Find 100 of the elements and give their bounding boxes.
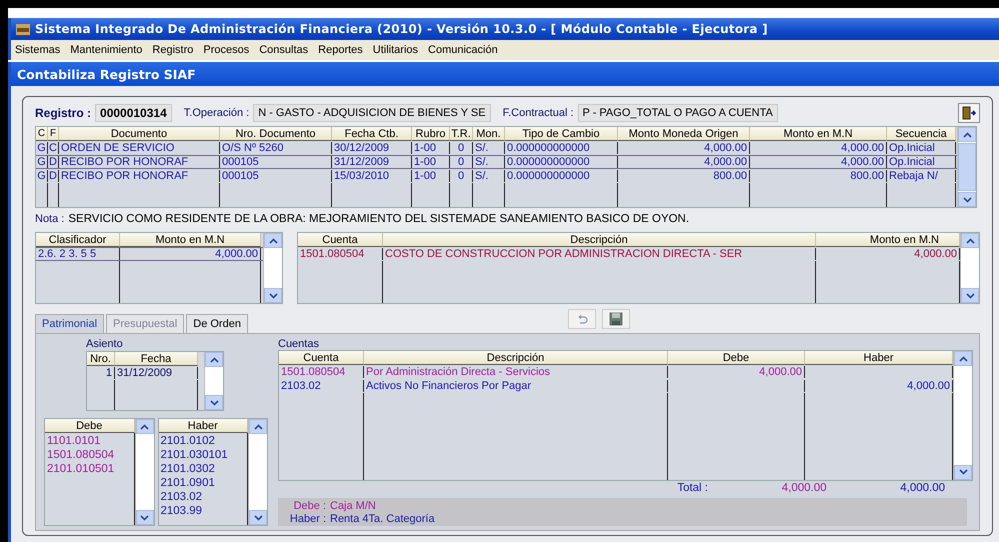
exit-button[interactable] [958, 103, 980, 123]
menu-item[interactable]: Reportes [318, 44, 363, 56]
window-title: Sistema Integrado De Administración Financiera (2010) - Versión 10.3.0 - [ Módulo Contable - Ejecutora ] [35, 22, 768, 36]
chevron-up-icon [254, 424, 262, 430]
scroll-down-button[interactable] [264, 288, 282, 303]
scroll-up-button[interactable] [136, 419, 154, 434]
menu-item[interactable]: Comunicación [428, 44, 498, 56]
scroll-down-button[interactable] [961, 288, 979, 303]
scroll-down-button[interactable] [205, 395, 223, 410]
list-item[interactable]: 2101.0901 [160, 476, 245, 490]
table-cell: 0 [458, 170, 464, 182]
list-item[interactable]: 2103.99 [160, 504, 245, 518]
table-cell: RECIBO POR HONORAF [61, 156, 188, 168]
menu-item[interactable]: Procesos [203, 44, 250, 56]
table-cell: 1-00 [414, 142, 436, 154]
table-cell: COSTO DE CONSTRUCCION POR ADMINISTRACION DIRECTA - SER [385, 248, 742, 260]
chevron-down-icon [958, 469, 968, 476]
scroll-up-button[interactable] [961, 233, 979, 248]
scroll-up-button[interactable] [954, 351, 972, 366]
scroll-down-button[interactable] [954, 464, 972, 480]
table-cell: 4,000.00 [841, 142, 884, 154]
tab[interactable]: Patrimonial [35, 314, 104, 333]
field-label: Haber : [288, 512, 326, 524]
table-cell: 0.000000000000 [507, 170, 590, 182]
summary-value: Renta 4Ta. Categoría [330, 512, 435, 524]
scroll-down-button[interactable] [249, 510, 267, 525]
table-row[interactable]: G D RECIBO POR HONORAF 000105 31/12/2009 1-00 0 S/. 0.000000000000 4,000.00 4,000.00 Op.Inicial [36, 155, 957, 169]
form-title: Contabiliza Registro SIAF [17, 66, 196, 82]
table-cell: 0 [458, 142, 464, 154]
table-cell: 4,000.00 [704, 156, 747, 168]
table-row[interactable]: G D RECIBO POR HONORAF 000105 15/03/2010 1-00 0 S/. 0.000000000000 800.00 800.00 Rebaja N/ [36, 169, 957, 183]
table-cell: 000105 [222, 170, 259, 182]
menu-item[interactable]: Consultas [259, 44, 308, 56]
scrollbar[interactable] [204, 352, 223, 410]
table-cell: 2103.02 [281, 380, 321, 392]
scroll-up-button[interactable] [205, 352, 223, 367]
table-cell: 1-00 [414, 156, 436, 168]
table-row[interactable]: 2.6. 2 3. 5 5 4,000.00 [36, 247, 263, 261]
scroll-down-button[interactable] [136, 510, 154, 525]
chevron-down-icon [210, 400, 218, 406]
scrollbar[interactable] [263, 233, 282, 303]
table-cell: O/S Nº 5260 [222, 142, 284, 154]
table-cell: 000105 [222, 156, 259, 168]
nota-text: SERVICIO COMO RESIDENTE DE LA OBRA: MEJORAMIENTO DEL SISTEMADE SANEAMIENTO BASICO DE OYON. [68, 213, 690, 225]
group-label: Asiento [86, 338, 124, 351]
column-header[interactable]: T.R. [451, 128, 471, 140]
menu-item[interactable]: Registro [152, 44, 194, 56]
table-cell: 4,000.00 [215, 248, 258, 260]
table-cell: Op.Inicial [889, 142, 935, 154]
table-cell: S/. [475, 142, 488, 154]
total-debe: 4,000.00 [780, 482, 826, 494]
table-cell: 4,000.00 [704, 142, 747, 154]
contractual-field[interactable]: P - PAGO_TOTAL O PAGO A CUENTA [578, 104, 778, 122]
list-item[interactable]: 1101.0101 [47, 434, 132, 448]
field-label: Registro : [35, 106, 92, 120]
table-cell: ORDEN DE SERVICIO [61, 142, 174, 154]
total-haber: 4,000.00 [899, 482, 945, 494]
list-item[interactable]: 2103.02 [160, 490, 245, 504]
table-cell: 1501.080504 [300, 248, 364, 260]
scroll-up-button[interactable] [264, 233, 282, 248]
scroll-down-button[interactable] [958, 192, 976, 207]
field-label: Debe : [292, 500, 326, 512]
tab[interactable]: De Orden [186, 314, 248, 333]
table-row[interactable]: G C ORDEN DE SERVICIO O/S Nº 5260 30/12/2009 1-00 0 S/. 0.000000000000 4,000.00 4,000.00 Op.Inicial [36, 141, 957, 155]
scrollbar[interactable] [957, 127, 976, 207]
table-cell: G [37, 156, 46, 168]
table-cell: Op.Inicial [889, 156, 935, 168]
column-header[interactable]: Debe [722, 352, 750, 364]
list-item[interactable]: 2101.0102 [160, 434, 245, 448]
scrollbar[interactable] [960, 233, 979, 303]
table-cell: 1 [106, 367, 112, 379]
scroll-up-button[interactable] [249, 419, 267, 434]
operacion-field[interactable]: N - GASTO - ADQUISICION DE BIENES Y SE [253, 104, 491, 122]
scrollbar[interactable] [134, 419, 154, 525]
scroll-thumb[interactable] [958, 143, 976, 191]
table-cell: 800.00 [850, 170, 884, 182]
chevron-up-icon [958, 356, 968, 362]
list-item[interactable]: 2101.010501 [47, 462, 132, 476]
table-cell: G [37, 142, 46, 154]
menu-item[interactable]: Mantenimiento [70, 44, 142, 56]
menu-item[interactable]: Utilitarios [372, 44, 418, 56]
scrollbar[interactable] [248, 419, 267, 525]
scroll-up-button[interactable] [958, 127, 976, 142]
list-item[interactable]: 2101.0302 [160, 462, 245, 476]
registro-field[interactable]: 0000010314 [95, 104, 172, 122]
table-cell: 800.00 [713, 170, 747, 182]
menu-item[interactable]: Sistemas [15, 44, 60, 56]
table-cell: 30/12/2009 [334, 142, 390, 154]
table-cell: 4,000.00 [914, 248, 957, 260]
field-label: Nota : [35, 213, 64, 225]
list-item[interactable]: 2101.030101 [160, 448, 245, 462]
column-header[interactable]: Descripción [570, 234, 628, 246]
table-cell: S/. [475, 156, 488, 168]
column-header[interactable]: Haber [864, 352, 894, 364]
undo-button[interactable] [568, 309, 596, 329]
undo-icon [576, 314, 588, 324]
column-header[interactable]: Descripción [486, 352, 544, 364]
scrollbar[interactable] [953, 351, 972, 480]
list-item[interactable]: 1501.080504 [47, 448, 132, 462]
save-button[interactable] [602, 309, 630, 329]
